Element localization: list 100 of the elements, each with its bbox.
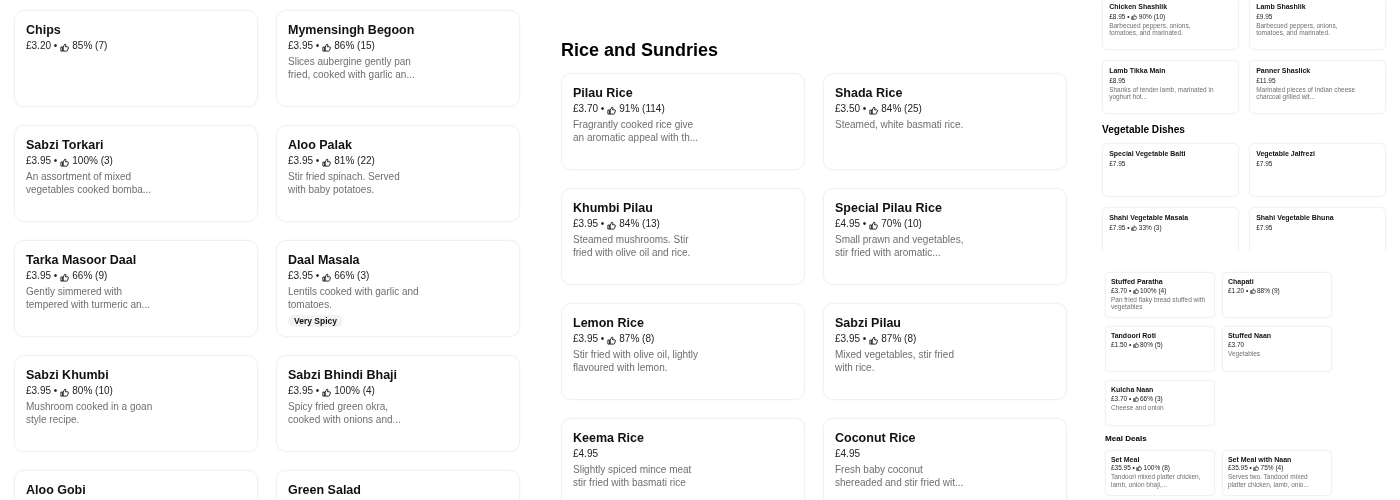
dish-name: Sabzi Khumbi: [26, 367, 109, 383]
dish-rating: 84% (25): [881, 102, 922, 116]
menu-card[interactable]: Pilau Rice £3.70 • 91% (114) Fragrantly cooked rice give an aromatic appeal with th...: [561, 73, 805, 170]
thumbs-up-icon: [60, 386, 70, 396]
menu-card[interactable]: Mymensingh Begoon £3.95 • 86% (15) Slices aubergine gently pan fried, cooked with garlic an...: [276, 10, 520, 107]
menu-card[interactable]: Khumbi Pilau £3.95 • 84% (13) Steamed mushrooms. Stir fried with olive oil and rice.: [561, 188, 805, 285]
dish-price: £3.95 •: [26, 154, 58, 168]
thumbs-up-icon: [869, 334, 879, 344]
menu-card[interactable]: Lemon Rice £3.95 • 87% (8) Stir fried with olive oil, lightly flavoured with lemon.: [561, 303, 805, 400]
thumbs-up-icon: [1132, 396, 1139, 403]
dish-rating: 81% (22): [334, 154, 375, 168]
dish-description: Slices aubergine gently pan fried, cooked with garlic an...: [288, 55, 416, 81]
menu-card[interactable]: Sabzi Khumbi £3.95 • 80% (10) Mushroom cooked in a goan style recipe.: [14, 355, 258, 452]
dish-rating: 87% (8): [881, 332, 917, 346]
dish-description: Fresh baby coconut shereaded and stir fried wit...: [835, 463, 965, 489]
menu-card[interactable]: Sabzi Torkari £3.95 • 100% (3) An assortment of mixed vegetables cooked bomba...: [14, 125, 258, 222]
dish-name: Aloo Gobi: [26, 482, 86, 498]
dish-description: Gently simmered with tempered with turmeric an...: [26, 285, 151, 311]
dish-price: £3.95 •: [26, 384, 58, 398]
dish-name: Sabzi Pilau: [835, 315, 901, 331]
dish-description: Steamed mushrooms. Stir fried with olive oil and rice.: [573, 233, 692, 259]
dish-name: Sabzi Bhindi Bhaji: [288, 367, 398, 383]
dish-price: £3.95 •: [835, 332, 867, 346]
dish-rating: 80% (10): [72, 384, 113, 398]
thumbs-up-icon: [1253, 465, 1260, 472]
section-heading: Rice and Sundries: [561, 40, 719, 60]
dish-name: Khumbi Pilau: [573, 200, 653, 216]
dish-price: £4.95: [573, 447, 599, 461]
dish-description: Small prawn and vegetables, stir fried with aromatic...: [835, 233, 965, 259]
dish-rating: 100% (4): [334, 384, 375, 398]
dish-price: £3.95 •: [573, 217, 605, 231]
dish-price: £3.95 •: [288, 269, 320, 283]
thumbs-up-icon: [1249, 287, 1256, 294]
menu-card[interactable]: Coconut Rice £4.95 Fresh baby coconut shereaded and stir fried wit...: [823, 418, 1067, 500]
dish-description: Slightly spiced mince meat stir fried with basmati rice: [573, 463, 693, 489]
dish-rating: 87% (8): [619, 332, 655, 346]
dish-price: £3.95 •: [288, 154, 320, 168]
dish-name: Coconut Rice: [835, 430, 916, 446]
menu-card[interactable]: Aloo Gobi: [14, 470, 258, 500]
menu-card[interactable]: Sabzi Pilau £3.95 • 87% (8) Mixed vegetables, stir fried with rice.: [823, 303, 1067, 400]
dish-name: Aloo Palak: [288, 137, 352, 153]
dish-price: £3.50 •: [835, 102, 867, 116]
dish-description: Mixed vegetables, stir fried with rice.: [835, 348, 955, 374]
dish-rating: 66% (3): [334, 269, 370, 283]
menu-card[interactable]: Tarka Masoor Daal £3.95 • 66% (9) Gently simmered with tempered with turmeric an...: [14, 240, 258, 337]
thumbs-up-icon: [1132, 287, 1139, 294]
dish-description: Steamed, white basmati rice.: [835, 118, 965, 131]
section-heading: Meal Deals: [1105, 434, 1147, 444]
dish-price: £3.95 •: [288, 39, 320, 53]
menu-card[interactable]: Chips £3.20 • 85% (7): [14, 10, 258, 107]
thumbs-up-icon: [869, 104, 879, 114]
menu-card[interactable]: Keema Rice £4.95 Slightly spiced mince meat stir fried with basmati rice: [561, 418, 805, 500]
thumbs-up-icon: [322, 271, 332, 281]
dish-name: Tarka Masoor Daal: [26, 252, 137, 268]
thumbs-up-icon: [322, 41, 332, 51]
dish-rating: 86% (15): [334, 39, 375, 53]
menu-card[interactable]: Special Pilau Rice £4.95 • 70% (10) Small prawn and vegetables, stir fried with aromatic...: [823, 188, 1067, 285]
dish-description: Lentils cooked with garlic and tomatoes.: [288, 285, 420, 311]
dish-price: £3.95 •: [288, 384, 320, 398]
dish-name: Special Pilau Rice: [835, 200, 942, 216]
dish-rating: 66% (9): [72, 269, 108, 283]
dish-price: £4.95: [835, 447, 861, 461]
dish-price: £3.95 •: [573, 332, 605, 346]
dish-price: £3.70 •: [573, 102, 605, 116]
thumbs-up-icon: [1131, 224, 1138, 231]
section-heading: Vegetable Dishes: [1102, 124, 1185, 136]
thumbs-up-icon: [60, 271, 70, 281]
menu-card[interactable]: Sabzi Bhindi Bhaji £3.95 • 100% (4) Spicy fried green okra, cooked with onions and...: [276, 355, 520, 452]
dish-description: Fragrantly cooked rice give an aromatic appeal with th...: [573, 118, 700, 144]
dish-rating: 84% (13): [619, 217, 660, 231]
thumbs-up-icon: [60, 41, 70, 51]
thumbs-up-icon: [607, 334, 617, 344]
thumbs-up-icon: [1132, 341, 1139, 348]
thumbs-up-icon: [322, 156, 332, 166]
dish-description: Spicy fried green okra, cooked with onions and...: [288, 400, 402, 426]
dish-description: An assortment of mixed vegetables cooked bomba...: [26, 170, 153, 196]
dish-tag: Very Spicy: [288, 315, 343, 327]
dish-name: Pilau Rice: [573, 85, 633, 101]
thumbs-up-icon: [607, 104, 617, 114]
thumbs-up-icon: [869, 219, 879, 229]
menu-card[interactable]: Shada Rice £3.50 • 84% (25) Steamed, white basmati rice.: [823, 73, 1067, 170]
dish-name: Daal Masala: [288, 252, 360, 268]
dish-name: Keema Rice: [573, 430, 644, 446]
dish-name: Green Salad: [288, 482, 361, 498]
dish-description: Stir fried with olive oil, lightly flavoured with lemon.: [573, 348, 700, 374]
dish-description: Mushroom cooked in a goan style recipe.: [26, 400, 154, 426]
thumbs-up-icon: [607, 219, 617, 229]
dish-rating: 85% (7): [72, 39, 108, 53]
dish-price: £3.95 •: [26, 269, 58, 283]
menu-card[interactable]: Aloo Palak £3.95 • 81% (22) Stir fried spinach. Served with baby potatoes.: [276, 125, 520, 222]
menu-card[interactable]: Daal Masala £3.95 • 66% (3) Lentils cooked with garlic and tomatoes. Very Spicy: [276, 240, 520, 337]
dish-price: £4.95 •: [835, 217, 867, 231]
dish-name: Shada Rice: [835, 85, 903, 101]
thumbs-up-icon: [60, 156, 70, 166]
thumbs-up-icon: [322, 386, 332, 396]
menu-card[interactable]: Green Salad: [276, 470, 520, 500]
dish-description: Stir fried spinach. Served with baby potatoes.: [288, 170, 401, 196]
thumbs-up-icon: [1136, 465, 1143, 472]
dish-price: £3.20 •: [26, 39, 58, 53]
dish-name: Mymensingh Begoon: [288, 22, 415, 38]
